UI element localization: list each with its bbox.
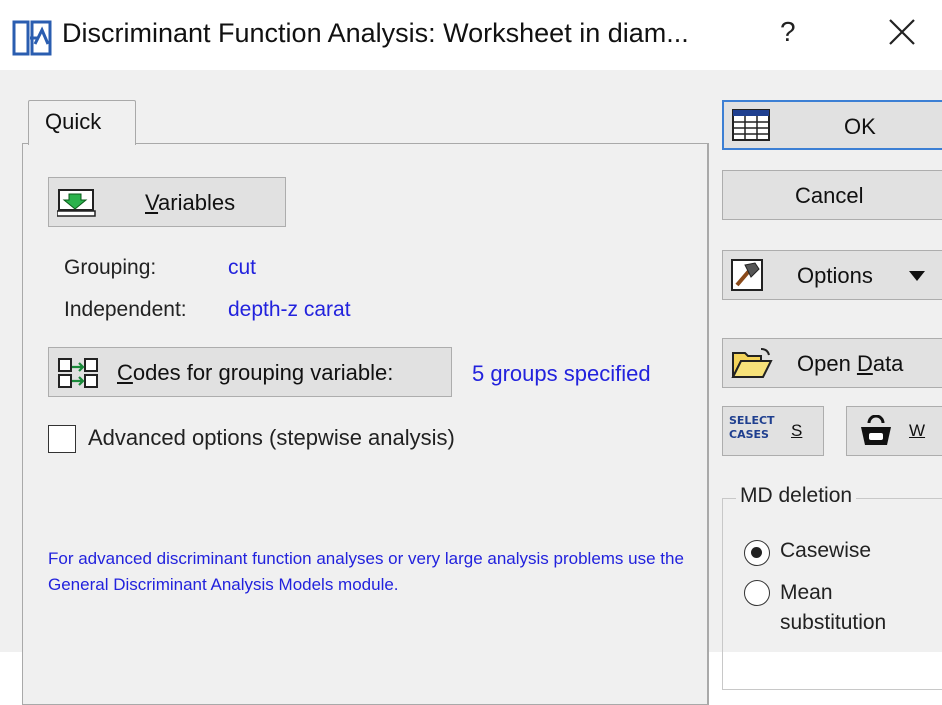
select-cases-label: S xyxy=(791,421,803,440)
cancel-button-label: Cancel xyxy=(795,183,864,208)
options-button[interactable]: Options xyxy=(722,250,942,300)
title-bar: Discriminant Function Analysis: Workshee… xyxy=(0,0,942,70)
codes-icon xyxy=(58,358,98,388)
codes-status: 5 groups specified xyxy=(472,361,651,386)
variables-icon xyxy=(57,189,96,217)
tab-quick[interactable]: Quick xyxy=(28,100,136,145)
radio-selected-dot xyxy=(751,547,762,558)
cancel-button[interactable]: Cancel xyxy=(722,170,942,220)
mean-substitution-label[interactable]: Mean substitution xyxy=(780,578,886,638)
ok-button[interactable]: OK xyxy=(722,100,942,150)
weights-button[interactable]: W xyxy=(846,406,942,456)
options-icon xyxy=(731,259,763,291)
tab-quick-label: Quick xyxy=(45,109,102,134)
grouping-value[interactable]: cut xyxy=(228,256,256,280)
app-icon xyxy=(12,20,52,56)
independent-value[interactable]: depth-z carat xyxy=(228,298,351,322)
window-title: Discriminant Function Analysis: Workshee… xyxy=(62,18,689,48)
casewise-radio[interactable] xyxy=(744,540,770,566)
open-data-button[interactable]: Open Data xyxy=(722,338,942,388)
variables-button[interactable]: Variables xyxy=(48,177,286,227)
select-cases-button[interactable]: SELECT CASES S xyxy=(722,406,824,456)
variables-button-label: Variables xyxy=(145,190,236,215)
info-text: For advanced discriminant function analy… xyxy=(48,549,684,594)
independent-label: Independent: xyxy=(64,298,187,321)
md-deletion-title: MD deletion xyxy=(736,484,857,508)
folder-open-icon xyxy=(731,348,773,378)
weights-label: W xyxy=(909,421,926,440)
help-button[interactable]: ? xyxy=(780,16,796,48)
weight-icon xyxy=(861,415,891,445)
ok-button-label: OK xyxy=(844,114,876,139)
advanced-options-checkbox[interactable] xyxy=(48,425,76,453)
spreadsheet-icon xyxy=(732,109,770,141)
open-data-button-label: Open Data xyxy=(797,351,904,376)
options-button-label: Options xyxy=(797,263,873,288)
casewise-label[interactable]: Casewise xyxy=(780,539,871,563)
select-cases-icon: SELECT CASES xyxy=(729,414,775,441)
close-icon[interactable] xyxy=(882,12,922,52)
codes-button-label: Codes for grouping variable: xyxy=(117,360,394,385)
grouping-label: Grouping: xyxy=(64,256,157,279)
dropdown-arrow-icon xyxy=(909,271,925,281)
mean-substitution-radio[interactable] xyxy=(744,580,770,606)
dialog-body: Quick Variables Grouping: cut Independen… xyxy=(0,70,942,705)
codes-for-grouping-button[interactable]: Codes for grouping variable: xyxy=(48,347,452,397)
advanced-options-label[interactable]: Advanced options (stepwise analysis) xyxy=(88,425,455,451)
quick-panel xyxy=(22,143,709,705)
